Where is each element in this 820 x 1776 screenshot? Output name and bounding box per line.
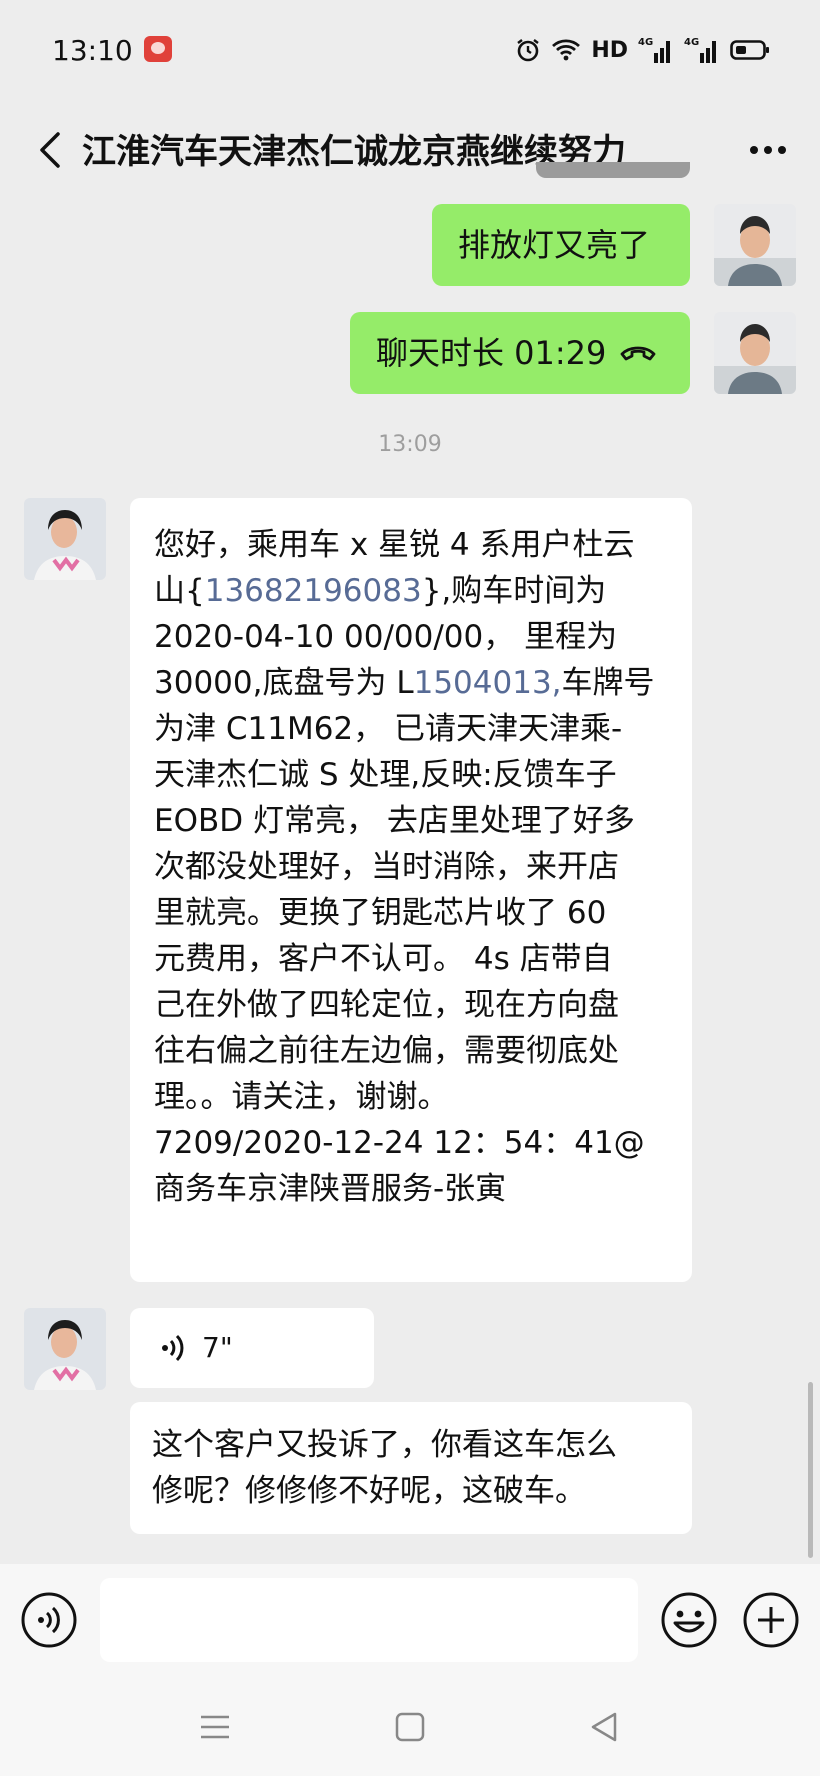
- message-line: 您好，乘用车 x 星锐 4 系用户杜云: [154, 527, 635, 563]
- message-line: 理。。请关注，谢谢。: [154, 1079, 449, 1115]
- message-line: 天津杰仁诚 S 处理,反映:反馈车子: [154, 757, 617, 793]
- home-square-icon[interactable]: [394, 1711, 426, 1743]
- wifi-icon: [552, 39, 581, 61]
- status-icons: HD 4G 4G: [515, 32, 770, 68]
- status-time: 13:10: [52, 34, 133, 67]
- message-line: 元费用，客户不认可。 4s 店带自: [154, 941, 613, 977]
- message-text: },购车时间为: [421, 573, 607, 609]
- message-line: 往右偏之前往左边偏，需要彻底处: [154, 1033, 619, 1069]
- message-input[interactable]: [100, 1578, 638, 1662]
- voice-duration: 7": [202, 1331, 233, 1364]
- previous-message-edge: [536, 162, 690, 178]
- message-line: EOBD 灯常亮， 去店里处理了好多: [154, 803, 635, 839]
- voice-wave-icon: [162, 1334, 184, 1362]
- message-line: 为津 C11M62， 已请天津天津乘-: [154, 711, 623, 747]
- back-icon[interactable]: [22, 122, 78, 178]
- message-text: 30000,底盘号为 L: [154, 665, 414, 701]
- my-message-bubble[interactable]: 排放灯又亮了: [432, 204, 690, 286]
- message-text: 车牌号: [561, 665, 655, 701]
- message-line: 这个客户又投诉了，你看这车怎么: [152, 1427, 617, 1463]
- back-triangle-icon[interactable]: [588, 1710, 620, 1744]
- menu-icon[interactable]: [198, 1712, 232, 1742]
- battery-icon: [730, 40, 769, 60]
- voice-input-icon[interactable]: [20, 1591, 78, 1649]
- message-line: 山{13682196083},购车时间为: [154, 568, 692, 614]
- message-line: 7209/2020-12-24 12：54：41@: [154, 1125, 645, 1161]
- emoji-icon[interactable]: [660, 1591, 718, 1649]
- message-text: 山{: [154, 573, 205, 609]
- number-link[interactable]: 1504013,: [414, 665, 562, 701]
- signal-icon-2: 4G: [684, 37, 716, 63]
- message-line: 2020-04-10 00/00/00， 里程为: [154, 619, 618, 655]
- svg-text:4G: 4G: [684, 37, 699, 48]
- contact-message-bubble[interactable]: 您好，乘用车 x 星锐 4 系用户杜云 山{13682196083},购车时间为…: [130, 498, 692, 1282]
- system-nav-bar: [0, 1676, 820, 1776]
- phone-hangup-icon: [621, 346, 656, 361]
- svg-text:4G: 4G: [638, 37, 653, 48]
- message-timestamp: 13:09: [378, 432, 442, 457]
- contact-avatar[interactable]: [24, 498, 106, 580]
- call-duration-text: 聊天时长 01:29: [376, 334, 607, 372]
- scrollbar[interactable]: [808, 1382, 813, 1558]
- message-line: 修呢？修修修不好呢，这破车。: [152, 1473, 586, 1509]
- message-text: 排放灯又亮了: [458, 226, 651, 264]
- signal-icon: 4G: [638, 37, 670, 63]
- chat-header: 江淮汽车天津杰仁诚龙京燕继续努力: [0, 100, 820, 200]
- message-line: 己在外做了四轮定位，现在方向盘: [154, 987, 619, 1023]
- message-line: 商务车京津陕晋服务-张寅: [154, 1171, 507, 1207]
- my-avatar[interactable]: [714, 312, 796, 394]
- phone-number-link[interactable]: 13682196083: [205, 573, 422, 609]
- alarm-icon: [517, 39, 540, 62]
- hd-indicator: HD: [591, 37, 628, 63]
- app-notification-icon: [144, 36, 172, 62]
- plus-icon[interactable]: [742, 1591, 800, 1649]
- more-options-icon[interactable]: [740, 126, 796, 174]
- message-composer: [0, 1564, 820, 1676]
- status-bar: 13:10 HD 4G 4G: [0, 0, 820, 100]
- my-avatar[interactable]: [714, 204, 796, 286]
- contact-avatar[interactable]: [24, 1308, 106, 1390]
- message-line: 30000,底盘号为 L1504013,车牌号: [154, 660, 692, 706]
- message-line: 里就亮。更换了钥匙芯片收了 60: [154, 895, 607, 931]
- call-record-bubble[interactable]: 聊天时长 01:29: [350, 312, 690, 394]
- contact-message-bubble[interactable]: 这个客户又投诉了，你看这车怎么 修呢？修修修不好呢，这破车。: [130, 1402, 692, 1534]
- voice-message-bubble[interactable]: 7": [130, 1308, 374, 1388]
- message-line: 次都没处理好，当时消除，来开店: [154, 849, 619, 885]
